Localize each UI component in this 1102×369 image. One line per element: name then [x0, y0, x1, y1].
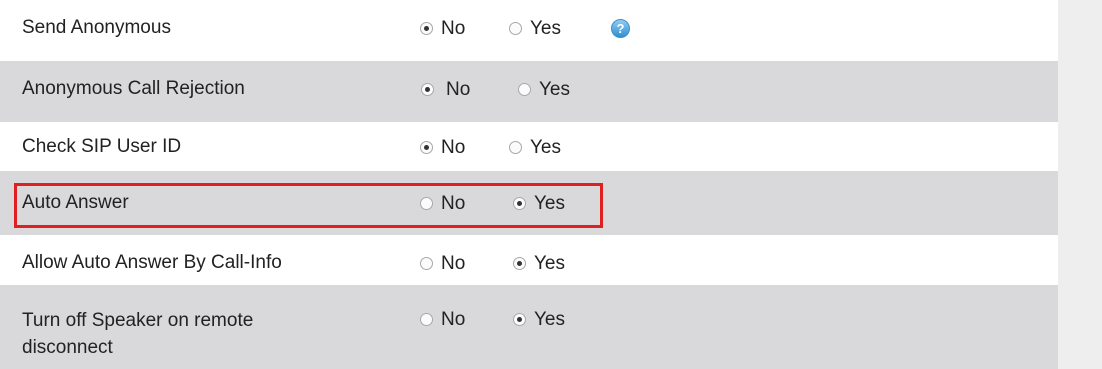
- radio-label: No: [441, 308, 466, 330]
- radio-option-yes[interactable]: Yes: [509, 122, 561, 172]
- radio-option-no[interactable]: No: [420, 0, 465, 56]
- radio-button[interactable]: [420, 256, 433, 270]
- radio-option-no[interactable]: No: [420, 171, 465, 235]
- radio-option-yes[interactable]: Yes: [513, 235, 565, 291]
- radio-label: No: [441, 17, 466, 39]
- setting-row-send-anonymous: Send Anonymous No Yes ?: [0, 0, 1058, 61]
- radio-label: No: [441, 136, 466, 158]
- radio-button[interactable]: [420, 312, 433, 326]
- radio-label: Yes: [534, 252, 565, 274]
- radio-option-no[interactable]: No: [421, 61, 470, 117]
- radio-option-yes[interactable]: Yes: [518, 61, 570, 117]
- radio-label: Yes: [534, 192, 565, 214]
- radio-label: No: [441, 252, 466, 274]
- radio-option-no[interactable]: No: [420, 291, 465, 347]
- setting-row-check-sip-user-id: Check SIP User ID No Yes: [0, 122, 1058, 171]
- setting-label: Turn off Speaker on remote disconnect: [22, 310, 254, 358]
- help-icon[interactable]: ?: [611, 19, 630, 38]
- settings-table: Send Anonymous No Yes ? Anonymous Call R…: [0, 0, 1058, 369]
- radio-option-yes[interactable]: Yes: [513, 171, 565, 235]
- setting-row-auto-answer: Auto Answer No Yes: [0, 171, 1058, 235]
- setting-label: Check SIP User ID: [22, 136, 182, 157]
- radio-label: Yes: [530, 17, 561, 39]
- setting-label: Allow Auto Answer By Call-Info: [22, 252, 282, 273]
- radio-button-checked[interactable]: [420, 140, 433, 154]
- radio-button[interactable]: [509, 140, 522, 154]
- setting-row-anonymous-call-rejection: Anonymous Call Rejection No Yes: [0, 61, 1058, 122]
- radio-option-yes[interactable]: Yes: [509, 0, 561, 56]
- radio-button-checked[interactable]: [513, 196, 526, 210]
- radio-option-no[interactable]: No: [420, 235, 465, 291]
- setting-label: Send Anonymous: [22, 17, 171, 38]
- radio-label: Yes: [530, 136, 561, 158]
- radio-button[interactable]: [518, 82, 531, 96]
- radio-label: Yes: [539, 78, 570, 100]
- radio-button[interactable]: [509, 21, 522, 35]
- radio-button-checked[interactable]: [420, 21, 433, 35]
- setting-label: Auto Answer: [22, 192, 129, 213]
- radio-option-no[interactable]: No: [420, 122, 465, 172]
- radio-button-checked[interactable]: [513, 256, 526, 270]
- radio-label: Yes: [534, 308, 565, 330]
- setting-label: Anonymous Call Rejection: [22, 78, 245, 99]
- radio-button-checked[interactable]: [513, 312, 526, 326]
- radio-button[interactable]: [420, 196, 433, 210]
- setting-row-turn-off-speaker: Turn off Speaker on remote disconnect No…: [0, 285, 1058, 369]
- setting-row-allow-auto-answer-by-call-info: Allow Auto Answer By Call-Info No Yes: [0, 235, 1058, 285]
- radio-label: No: [441, 192, 466, 214]
- radio-button-checked[interactable]: [421, 82, 434, 96]
- radio-label: No: [446, 78, 471, 100]
- radio-option-yes[interactable]: Yes: [513, 291, 565, 347]
